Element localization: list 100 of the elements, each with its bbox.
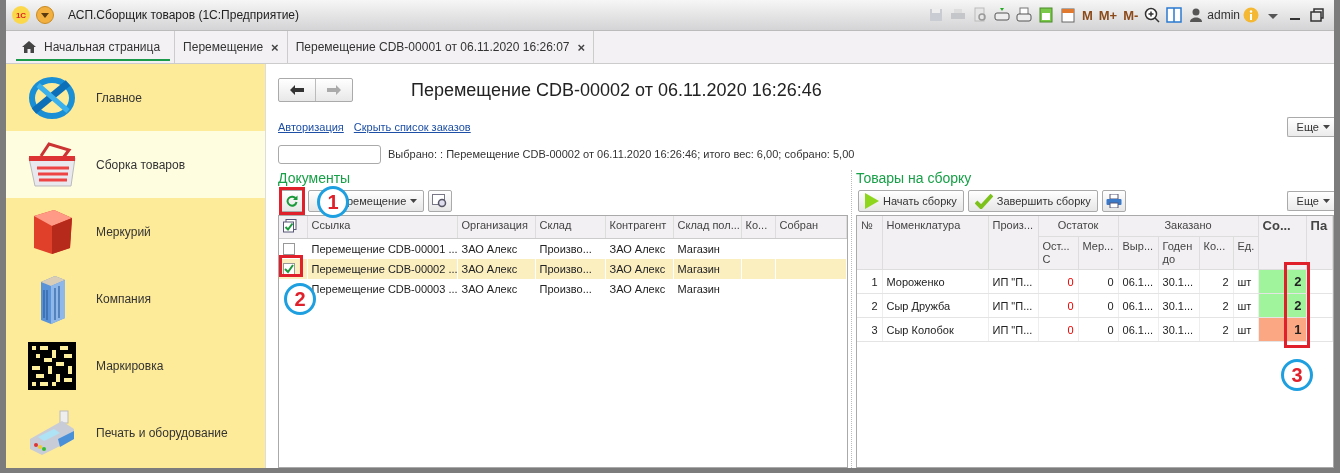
table-cell: Сыр Дружба bbox=[886, 299, 951, 312]
table-cell: 06.1... bbox=[1122, 275, 1154, 288]
table-cell: 06.1... bbox=[1122, 323, 1154, 336]
table-cell: 0 bbox=[1107, 275, 1114, 288]
printer-icon bbox=[1105, 194, 1122, 208]
check-all-icon[interactable] bbox=[283, 219, 297, 233]
column-header[interactable]: Организация bbox=[457, 216, 535, 239]
table-cell: ИП "П... bbox=[992, 323, 1033, 336]
table-cell: Магазин bbox=[677, 283, 720, 295]
table-cell: ЗАО Алекс bbox=[461, 243, 518, 255]
table-cell: 0 bbox=[1067, 323, 1074, 336]
search-field[interactable] bbox=[278, 144, 381, 164]
table-cell: шт bbox=[1237, 323, 1252, 336]
table-cell: Перемещение CDB-00002 ... bbox=[311, 263, 456, 275]
row-checkbox[interactable] bbox=[283, 243, 295, 255]
highlight-frame bbox=[279, 255, 303, 277]
selection-summary: Выбрано: : Перемещение CDB-00002 от 06.11.2020 16:26:46; итого вес: 6,00; собрано: 5,00 bbox=[388, 148, 855, 160]
more-button[interactable]: Еще bbox=[1286, 117, 1334, 137]
table-cell: Перемещение CDB-00001 ... bbox=[311, 243, 456, 255]
send-icon[interactable] bbox=[993, 7, 1010, 23]
table-cell: Магазин bbox=[677, 263, 720, 275]
table-cell: 2 bbox=[1222, 323, 1229, 336]
inbox-icon[interactable] bbox=[1015, 7, 1032, 23]
payment-terminal-icon bbox=[28, 408, 76, 457]
table-cell: 3 bbox=[871, 323, 878, 336]
table-cell: 06.1... bbox=[1122, 299, 1154, 312]
restore-icon[interactable] bbox=[1309, 7, 1325, 23]
panels-icon[interactable] bbox=[1166, 7, 1183, 23]
column-group-header: Остаток bbox=[1038, 216, 1118, 237]
user-name[interactable]: admin bbox=[1207, 8, 1240, 22]
close-icon[interactable]: × bbox=[271, 39, 279, 55]
start-button[interactable]: Начать сборку bbox=[858, 190, 964, 212]
memory-button[interactable]: M+ bbox=[1095, 7, 1121, 23]
column-header[interactable]: № bbox=[857, 216, 882, 270]
table-cell: Мороженко bbox=[886, 275, 945, 288]
table-cell: 30.1... bbox=[1162, 275, 1194, 288]
column-header[interactable]: Склад bbox=[535, 216, 605, 239]
close-icon[interactable]: × bbox=[577, 39, 586, 55]
table-cell: 2 bbox=[1222, 275, 1229, 288]
settings-icon bbox=[432, 194, 449, 208]
table-cell: 0 bbox=[1067, 275, 1074, 288]
zoom-icon[interactable] bbox=[1144, 7, 1161, 23]
table-cell: 0 bbox=[1107, 299, 1114, 312]
column-header[interactable]: Собран bbox=[775, 216, 847, 239]
caret-icon bbox=[1323, 125, 1330, 129]
link[interactable]: Скрыть список заказов bbox=[353, 121, 471, 133]
table-cell: ИП "П... bbox=[992, 299, 1033, 312]
back-arrow-icon[interactable] bbox=[290, 85, 304, 95]
table-cell: ЗАО Алекс bbox=[461, 263, 518, 275]
calendar-icon[interactable] bbox=[1059, 7, 1076, 23]
memory-button[interactable]: M bbox=[1078, 7, 1096, 23]
finish-button[interactable]: Завершить сборку bbox=[967, 190, 1098, 212]
table-cell: Произво... bbox=[539, 283, 592, 295]
table-cell: 30.1... bbox=[1162, 299, 1194, 312]
caret-icon bbox=[1323, 199, 1330, 203]
matrix-code-icon bbox=[28, 341, 76, 390]
column-header[interactable]: Контрагент bbox=[605, 216, 673, 239]
table-cell: ИП "П... bbox=[992, 275, 1033, 288]
table-cell: ЗАО Алекс bbox=[609, 283, 666, 295]
main-menu-button[interactable] bbox=[36, 6, 54, 24]
table-cell: Произво... bbox=[539, 263, 592, 275]
column-header[interactable]: Па bbox=[1306, 216, 1333, 270]
panel-title: Документы bbox=[278, 170, 352, 188]
memory-button[interactable]: M- bbox=[1120, 7, 1142, 23]
column-header[interactable]: Со... bbox=[1258, 216, 1307, 270]
column-header[interactable]: Ссылка bbox=[307, 216, 457, 239]
sidebar-item[interactable]: Сборка товаров bbox=[6, 131, 265, 198]
table-cell: ЗАО Алекс bbox=[609, 263, 666, 275]
table-cell: 0 bbox=[1067, 299, 1074, 312]
caret-icon bbox=[41, 12, 49, 18]
play-icon bbox=[865, 193, 879, 209]
column-header[interactable]: Номенклатура bbox=[882, 216, 988, 270]
column-header[interactable]: Произ... bbox=[988, 216, 1038, 270]
checkmark-icon bbox=[974, 193, 993, 209]
table-cell: 2 bbox=[871, 299, 878, 312]
row-checkbox[interactable] bbox=[283, 263, 295, 275]
more-button[interactable]: Еще bbox=[1286, 191, 1334, 211]
link[interactable]: Авторизация bbox=[278, 121, 344, 133]
table-cell: шт bbox=[1237, 275, 1252, 288]
table-cell: 1 bbox=[871, 275, 878, 288]
table-cell: Сыр Колобок bbox=[886, 323, 954, 336]
table-cell: 0 bbox=[1107, 323, 1114, 336]
table-cell: Перемещение CDB-00003 ... bbox=[311, 283, 456, 295]
column-header[interactable]: Склад пол... bbox=[673, 216, 741, 239]
refresh-icon bbox=[286, 195, 298, 207]
caret-icon bbox=[410, 199, 418, 203]
print-button[interactable] bbox=[1101, 190, 1126, 212]
orbit-icon bbox=[28, 74, 76, 121]
table-cell: Произво... bbox=[539, 243, 592, 255]
form-title: Перемещение CDB-00002 от 06.11.2020 16:26:46 bbox=[411, 79, 822, 101]
panel-title: Товары на сборку bbox=[856, 170, 973, 188]
table-cell: 2 bbox=[1222, 299, 1229, 312]
column-header[interactable]: Ко... bbox=[741, 216, 775, 239]
calculator-icon[interactable] bbox=[1037, 7, 1054, 23]
user-icon[interactable] bbox=[1188, 7, 1205, 23]
table-cell: 30.1... bbox=[1162, 323, 1194, 336]
highlight-frame bbox=[279, 187, 305, 215]
navigation-buttons[interactable] bbox=[278, 78, 353, 102]
preview-icon[interactable] bbox=[971, 7, 988, 23]
settings-button[interactable] bbox=[428, 190, 453, 212]
